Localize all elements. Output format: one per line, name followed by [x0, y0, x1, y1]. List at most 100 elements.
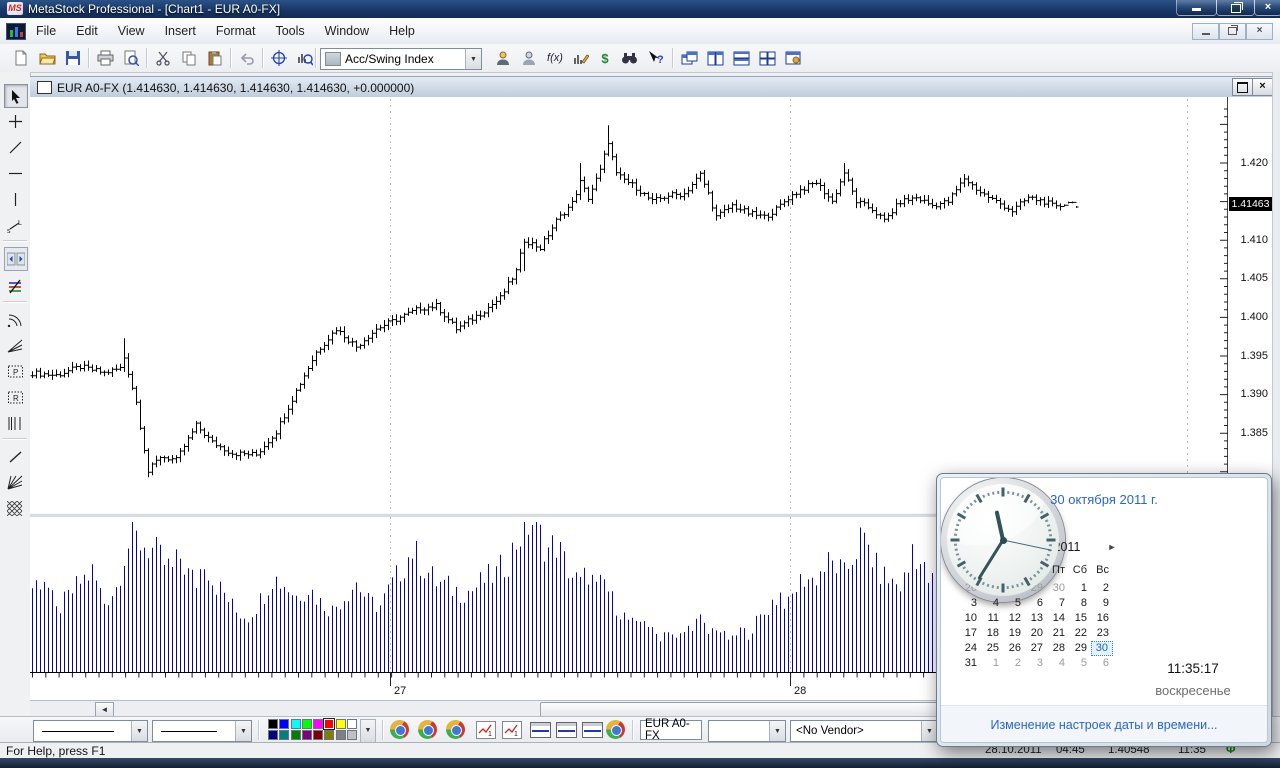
calendar-day[interactable]: 4 — [1047, 656, 1069, 671]
line-style-combobox[interactable]: ▼ — [33, 720, 148, 742]
fibonacci-retracement-tool[interactable]: R — [4, 386, 26, 408]
explorer-button[interactable] — [618, 47, 640, 69]
menu-item-window[interactable]: Window — [315, 21, 379, 41]
tile-horizontal-button[interactable] — [730, 47, 752, 69]
scroll-chart-buttons[interactable] — [4, 247, 28, 271]
chevron-down-icon[interactable]: ▼ — [465, 49, 481, 69]
calendar-day[interactable]: 6 — [1091, 656, 1113, 671]
palette-dropdown-button[interactable]: ▼ — [360, 719, 376, 743]
calendar-day[interactable]: 6 — [1025, 596, 1047, 611]
calendar-day[interactable]: 3 — [1025, 656, 1047, 671]
calendar-day[interactable]: 31 — [959, 656, 981, 671]
vertical-line-tool[interactable] — [4, 188, 26, 210]
color-swatch[interactable] — [291, 719, 301, 729]
calendar-day[interactable]: 18 — [981, 626, 1003, 641]
fibonacci-projection-tool[interactable]: P — [4, 360, 26, 382]
price-axis[interactable]: 1.4201.4101.4051.4001.3951.3901.385 1.41… — [1228, 97, 1272, 513]
options-button[interactable]: $ — [594, 47, 616, 69]
print-button[interactable] — [94, 47, 116, 69]
chevron-down-icon[interactable]: ▼ — [235, 721, 251, 741]
expert-advisor-button[interactable] — [492, 47, 514, 69]
menu-item-insert[interactable]: Insert — [155, 21, 206, 41]
menu-item-view[interactable]: View — [108, 21, 155, 41]
color-swatch[interactable] — [336, 730, 346, 740]
calendar-day[interactable]: 24 — [959, 641, 981, 656]
new-chart-button[interactable] — [10, 47, 32, 69]
chevron-down-icon[interactable]: ▼ — [921, 721, 937, 741]
menu-item-help[interactable]: Help — [379, 21, 425, 41]
undo-button[interactable] — [236, 47, 258, 69]
color-swatch[interactable] — [347, 719, 357, 729]
crosshair-pointer-button[interactable] — [268, 47, 290, 69]
calendar-day[interactable]: 1 — [981, 656, 1003, 671]
calendar-day[interactable]: 2 — [1091, 581, 1113, 596]
calendar-day[interactable]: 1 — [1069, 581, 1091, 596]
restore-button[interactable] — [1216, 0, 1255, 16]
color-swatch[interactable] — [279, 730, 289, 740]
line-style-tool[interactable] — [4, 275, 26, 297]
color-swatch[interactable] — [268, 719, 278, 729]
color-swatch[interactable] — [279, 719, 289, 729]
window-layout-1-button[interactable] — [530, 722, 551, 738]
menu-item-file[interactable]: File — [26, 21, 66, 41]
price-pane[interactable]: 1.4201.4101.4051.4001.3951.3901.385 1.41… — [30, 97, 1272, 513]
calendar-day[interactable]: 11 — [981, 611, 1003, 626]
calendar-day[interactable]: 10 — [959, 611, 981, 626]
gann-grid-tool[interactable] — [4, 497, 26, 519]
calendar-day[interactable]: 5 — [1003, 596, 1025, 611]
quotes-button[interactable] — [390, 720, 409, 739]
calendar-day[interactable]: 7 — [1047, 596, 1069, 611]
color-swatch[interactable] — [302, 719, 312, 729]
horizontal-line-tool[interactable] — [4, 162, 26, 184]
window-layout-3-button[interactable] — [582, 722, 603, 738]
calendar-day[interactable]: 15 — [1069, 611, 1091, 626]
tile-grid-button[interactable] — [756, 47, 778, 69]
child-close-button[interactable]: × — [1246, 23, 1273, 40]
period-combobox[interactable]: ▼ — [708, 720, 786, 742]
intraday-chart-button[interactable]: 1 — [476, 721, 496, 739]
cut-button[interactable] — [152, 47, 174, 69]
calendar-day[interactable]: 13 — [1025, 611, 1047, 626]
calendar-day[interactable]: 2 — [1003, 656, 1025, 671]
change-datetime-settings-link[interactable]: Изменение настроек даты и времени... — [941, 718, 1267, 732]
refresh-data-button[interactable] — [418, 720, 437, 739]
calendar-day[interactable]: 30 — [1047, 581, 1069, 596]
close-button[interactable]: × — [1254, 0, 1280, 16]
chart-title-bar[interactable]: EUR A0-FX (1.414630, 1.414630, 1.414630,… — [30, 76, 1272, 99]
calendar-day[interactable]: 4 — [981, 596, 1003, 611]
windows-taskbar[interactable]: MS — [0, 758, 1280, 768]
color-swatch[interactable] — [313, 719, 323, 729]
paste-button[interactable] — [204, 47, 226, 69]
menu-item-format[interactable]: Format — [206, 21, 266, 41]
save-button[interactable] — [62, 47, 84, 69]
online-services-button[interactable] — [606, 720, 625, 739]
calendar-day[interactable]: 8 — [1069, 596, 1091, 611]
calendar-day[interactable]: 14 — [1047, 611, 1069, 626]
color-palette[interactable] — [268, 719, 358, 741]
trendline-tool[interactable] — [4, 136, 26, 158]
system-tester-button[interactable] — [570, 47, 592, 69]
pointer-tool[interactable] — [4, 84, 28, 108]
child-minimize-button[interactable] — [1192, 23, 1219, 40]
fibonacci-timezones-tool[interactable] — [4, 412, 26, 434]
color-swatch[interactable] — [302, 730, 312, 740]
menu-item-edit[interactable]: Edit — [66, 21, 108, 41]
daily-chart-button[interactable]: 1 — [502, 721, 522, 739]
downloader-launch-button[interactable] — [446, 720, 465, 739]
gann-fan-tool[interactable] — [4, 471, 26, 493]
child-restore-button[interactable] — [1219, 23, 1246, 40]
fibonacci-arcs-tool[interactable] — [4, 308, 26, 330]
calendar-day-selected[interactable]: 30 — [1091, 641, 1113, 656]
tile-vertical-button[interactable] — [704, 47, 726, 69]
zoom-chart-button[interactable] — [294, 47, 316, 69]
calendar-day[interactable]: 9 — [1091, 596, 1113, 611]
cascade-windows-button[interactable] — [678, 47, 700, 69]
next-month-button[interactable]: ► — [1105, 542, 1119, 552]
calendar-day[interactable]: 3 — [959, 596, 981, 611]
whats-this-help-button[interactable]: ? — [644, 47, 666, 69]
color-swatch[interactable] — [268, 730, 278, 740]
menu-item-tools[interactable]: Tools — [265, 21, 314, 41]
calendar-day[interactable]: 27 — [1025, 641, 1047, 656]
copy-button[interactable] — [178, 47, 200, 69]
color-swatch[interactable] — [347, 730, 357, 740]
